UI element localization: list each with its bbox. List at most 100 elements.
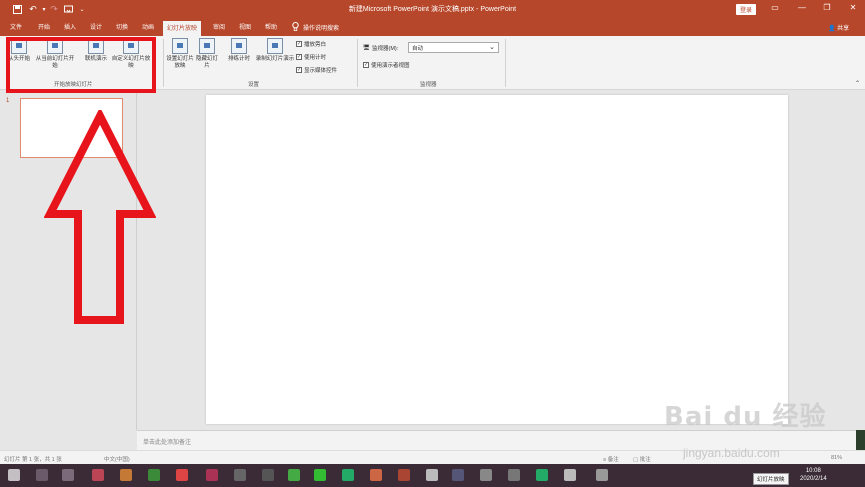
slide-number: 1 — [6, 98, 10, 104]
play-narrations-label: 播放旁白 — [304, 42, 327, 48]
windows-start-icon[interactable] — [8, 469, 20, 481]
hide-slide-button[interactable]: 隐藏幻灯片 — [196, 38, 218, 70]
monitor-label-text: 监视器(M): — [371, 46, 399, 52]
powerpoint-icon[interactable] — [370, 469, 382, 481]
checkbox-checked: ✓ — [363, 62, 369, 68]
share-button[interactable]: 👤 共享 — [828, 23, 849, 32]
separator — [163, 39, 164, 87]
tab-review[interactable]: 审阅 — [213, 22, 225, 31]
app-icon[interactable] — [314, 469, 326, 481]
baidu-watermark-logo: Bai du 经验 — [664, 402, 827, 432]
tab-file[interactable]: 文件 — [10, 22, 22, 31]
slide-canvas[interactable] — [206, 95, 788, 424]
taskbar-tooltip: 幻灯片放映 — [753, 473, 789, 485]
group-label-setup: 设置 — [248, 82, 260, 88]
annotation-arrow-up — [44, 110, 156, 324]
app-icon[interactable] — [596, 469, 608, 481]
close-icon[interactable]: ✕ — [846, 3, 860, 15]
collapse-ribbon-icon[interactable]: ⌃ — [855, 80, 860, 87]
app-icon[interactable] — [234, 469, 246, 481]
tab-insert[interactable]: 插入 — [64, 22, 76, 31]
use-timings-label: 使用计时 — [304, 55, 327, 61]
app-icon[interactable] — [92, 469, 104, 481]
restore-icon[interactable]: ❐ — [820, 3, 834, 15]
ribbon-tabs: 文件 开始 插入 设计 切换 动画 幻灯片放映 审阅 视图 帮助 操作说明搜索 … — [0, 19, 865, 36]
presenter-view-checkbox[interactable]: ✓ 使用演示者视图 — [363, 61, 410, 69]
tab-view[interactable]: 视图 — [239, 22, 251, 31]
hide-slide-icon — [199, 38, 215, 54]
rehearse-button[interactable]: 排练计时 — [224, 38, 254, 63]
setup-show-label: 设置幻灯片放映 — [166, 56, 194, 69]
comment-icon: ▢ — [633, 457, 639, 463]
app-icon[interactable] — [148, 469, 160, 481]
comments-toggle[interactable]: ▢ 批注 — [633, 455, 651, 463]
wechat-icon[interactable] — [342, 469, 354, 481]
show-media-controls-label: 显示媒体控件 — [304, 68, 338, 74]
baidu-watermark-url: jingyan.baidu.com — [683, 446, 780, 460]
play-narrations-checkbox[interactable]: ✓ 播放旁白 — [296, 40, 326, 48]
setup-show-button[interactable]: 设置幻灯片放映 — [165, 38, 195, 70]
lightbulb-icon — [292, 22, 299, 33]
app-icon[interactable] — [176, 469, 188, 481]
tab-home[interactable]: 开始 — [38, 22, 50, 31]
clock-time: 10:08 — [805, 468, 821, 474]
app-icon[interactable] — [426, 469, 438, 481]
login-button[interactable]: 登录 — [736, 4, 757, 15]
app-icon[interactable] — [508, 469, 520, 481]
app-icon[interactable] — [398, 469, 410, 481]
app-icon[interactable] — [206, 469, 218, 481]
notes-toggle[interactable]: ≡ 备注 — [603, 455, 619, 463]
app-icon[interactable] — [120, 469, 132, 481]
zoom-level[interactable]: 81% — [831, 455, 842, 461]
app-icon[interactable] — [536, 469, 548, 481]
record-label: 录制幻灯片演示 — [255, 56, 295, 62]
hide-slide-label: 隐藏幻灯片 — [196, 56, 219, 69]
monitor-select-value: 自动 — [412, 46, 424, 52]
group-label-monitor: 监视器 — [420, 82, 437, 88]
person-icon: 👤 — [828, 26, 836, 32]
tab-transitions[interactable]: 切换 — [116, 22, 128, 31]
language: 中文(中国) — [104, 457, 130, 463]
annotation-highlight-box — [6, 37, 156, 93]
record-icon — [267, 38, 283, 54]
ribbon-display-icon[interactable]: ▭ — [768, 3, 782, 15]
checkbox-checked: ✓ — [296, 54, 302, 60]
app-icon[interactable] — [480, 469, 492, 481]
tab-slideshow[interactable]: 幻灯片放映 — [163, 21, 202, 36]
use-timings-checkbox[interactable]: ✓ 使用计时 — [296, 53, 326, 61]
separator — [505, 39, 506, 87]
record-button[interactable]: 录制幻灯片演示 — [255, 38, 295, 63]
monitor-select[interactable]: 自动 ⌄ — [408, 42, 499, 53]
share-label: 共享 — [837, 26, 850, 32]
scrollbar[interactable] — [856, 430, 865, 450]
monitor-label: 🖥 监视器(M): — [363, 44, 398, 52]
tell-me-label: 操作说明搜索 — [303, 26, 340, 32]
app-icon[interactable] — [564, 469, 576, 481]
slide-info: 幻灯片 第 1 张，共 1 张 — [4, 457, 62, 463]
notes-placeholder: 单击此处添加备注 — [143, 440, 192, 446]
tab-animations[interactable]: 动画 — [142, 22, 154, 31]
rehearse-timer-icon — [231, 38, 247, 54]
rehearse-label: 排练计时 — [227, 56, 250, 62]
chevron-down-icon: ⌄ — [489, 44, 495, 51]
minimize-icon[interactable]: — — [795, 3, 809, 15]
monitor-icon: 🖥 — [363, 45, 370, 51]
task-view-icon[interactable] — [62, 469, 74, 481]
presenter-view-label: 使用演示者视图 — [371, 63, 410, 69]
notes-icon: ≡ — [603, 457, 607, 463]
app-icon[interactable] — [452, 469, 464, 481]
checkbox-checked: ✓ — [296, 41, 302, 47]
app-icon[interactable] — [288, 469, 300, 481]
taskbar: 10:08 2020/2/14 — [0, 464, 865, 487]
clock-date: 2020/2/14 — [800, 476, 827, 482]
comments-toggle-label: 批注 — [639, 457, 651, 463]
title-bar: ↶ ▾ ↷ ⌄ 新建Microsoft PowerPoint 演示文稿.pptx… — [0, 0, 865, 19]
app-icon[interactable] — [262, 469, 274, 481]
tell-me-search[interactable]: 操作说明搜索 — [292, 22, 339, 33]
tab-help[interactable]: 帮助 — [265, 22, 277, 31]
system-clock[interactable]: 10:08 2020/2/14 — [800, 467, 827, 483]
tab-design[interactable]: 设计 — [90, 22, 102, 31]
separator — [357, 39, 358, 87]
search-icon[interactable] — [36, 469, 48, 481]
show-media-controls-checkbox[interactable]: ✓ 显示媒体控件 — [296, 66, 337, 74]
